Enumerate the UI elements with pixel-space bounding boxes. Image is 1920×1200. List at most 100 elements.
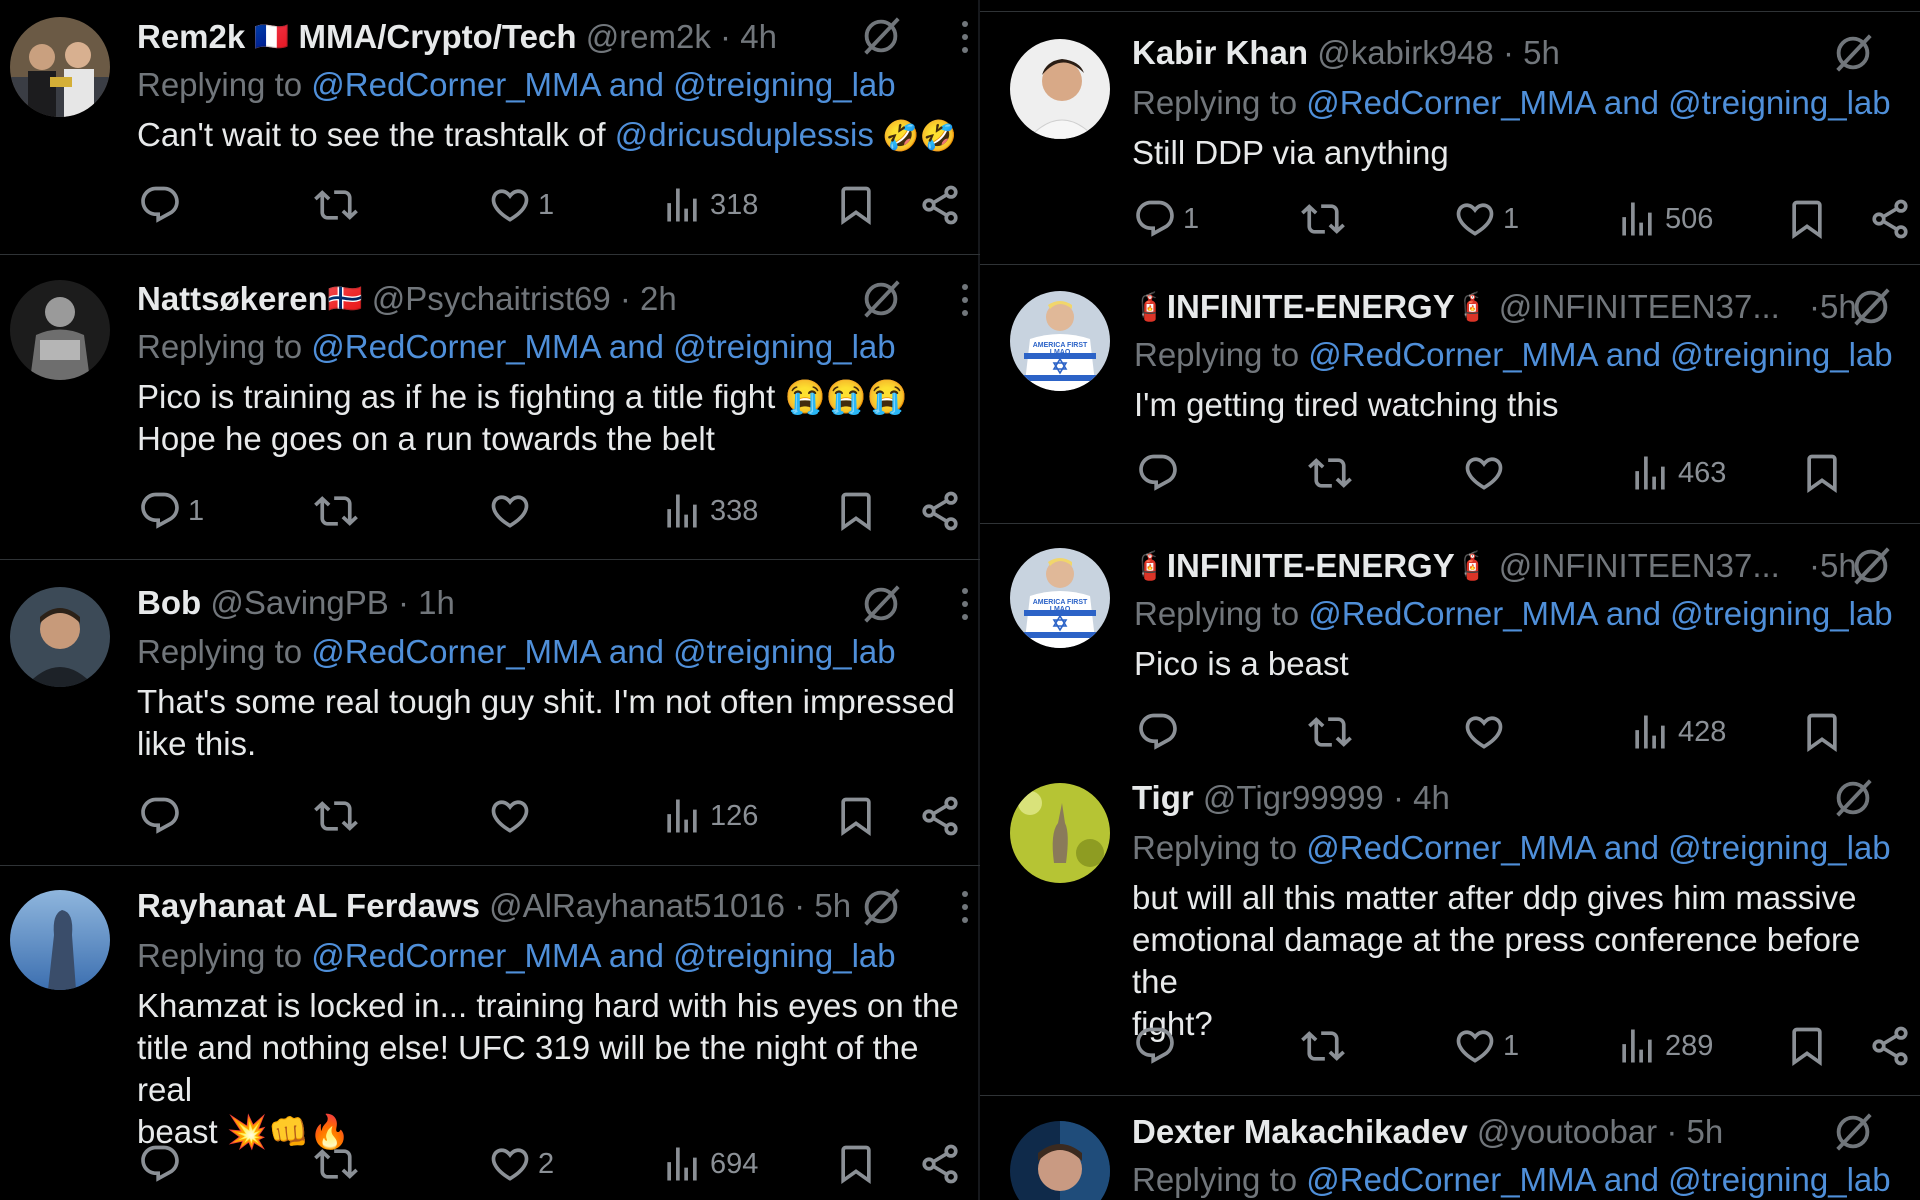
more-icon[interactable]	[961, 19, 969, 55]
author-name[interactable]: Nattsøkeren	[137, 280, 328, 317]
like-button[interactable]	[1462, 707, 1512, 757]
tweet-tigr[interactable]: Tigr @Tigr99999 · 4h Replying to @RedCor…	[980, 771, 1920, 1096]
mention-redcorner[interactable]: @RedCorner_MMA	[311, 937, 599, 974]
tweet-kabir[interactable]: Kabir Khan @kabirk948 · 5h Replying to @…	[980, 12, 1920, 265]
bookmark-button[interactable]	[1800, 707, 1844, 757]
mention-treigning[interactable]: @treigning_lab	[1670, 336, 1892, 373]
like-button[interactable]: 2	[488, 1139, 554, 1189]
grok-icon[interactable]	[1830, 1109, 1876, 1155]
retweet-button[interactable]	[314, 791, 358, 841]
author-handle[interactable]: @rem2k	[586, 18, 711, 55]
mention-treigning[interactable]: @treigning_lab	[1668, 829, 1890, 866]
author-name[interactable]: Rem2k	[137, 18, 245, 55]
grok-icon[interactable]	[858, 581, 904, 627]
views-button[interactable]: 694	[660, 1139, 758, 1189]
like-button[interactable]: 1	[488, 180, 554, 230]
like-button[interactable]: 1	[1453, 1021, 1519, 1071]
share-button[interactable]	[918, 180, 962, 230]
views-button[interactable]: 126	[660, 791, 758, 841]
avatar[interactable]	[10, 280, 110, 380]
avatar[interactable]	[10, 587, 110, 687]
mention-redcorner[interactable]: @RedCorner_MMA	[1306, 84, 1594, 121]
bookmark-button[interactable]	[834, 180, 878, 230]
like-button[interactable]	[488, 791, 538, 841]
tweet-rem2k[interactable]: Rem2k 🇫🇷 MMA/Crypto/Tech @rem2k · 4h Rep…	[0, 0, 980, 255]
mention-treigning[interactable]: @treigning_lab	[1668, 84, 1890, 121]
mention-treigning[interactable]: @treigning_lab	[1668, 1161, 1890, 1198]
tweet-infinite-energy-1[interactable]: AMERICA FIRST LMAO 🧯INFINITE-ENERGY🧯 @INF…	[980, 266, 1920, 524]
share-button[interactable]	[1868, 194, 1912, 244]
bookmark-button[interactable]	[1800, 448, 1844, 498]
retweet-button[interactable]	[314, 1139, 358, 1189]
bookmark-button[interactable]	[834, 486, 878, 536]
mention-dricus[interactable]: @dricusduplessis	[615, 116, 874, 153]
mention-redcorner[interactable]: @RedCorner_MMA	[1308, 595, 1596, 632]
views-button[interactable]: 318	[660, 180, 758, 230]
author-name[interactable]: Dexter Makachikadev	[1132, 1113, 1468, 1150]
mention-treigning[interactable]: @treigning_lab	[673, 328, 895, 365]
timestamp[interactable]: 4h	[1413, 779, 1450, 816]
share-button[interactable]	[918, 1139, 962, 1189]
timestamp[interactable]: 4h	[740, 18, 777, 55]
mention-redcorner[interactable]: @RedCorner_MMA	[1306, 829, 1594, 866]
views-button[interactable]: 463	[1628, 448, 1726, 498]
grok-icon[interactable]	[1830, 30, 1876, 76]
author-name[interactable]: Bob	[137, 584, 201, 621]
more-icon[interactable]	[961, 889, 969, 925]
reply-button[interactable]	[1133, 1021, 1183, 1071]
bookmark-button[interactable]	[834, 1139, 878, 1189]
avatar[interactable]	[1010, 783, 1110, 883]
reply-button[interactable]: 1	[1133, 194, 1199, 244]
avatar[interactable]	[1010, 39, 1110, 139]
bookmark-button[interactable]	[1785, 194, 1829, 244]
like-button[interactable]	[488, 486, 538, 536]
more-icon[interactable]	[961, 282, 969, 318]
tweet-rayhanat[interactable]: Rayhanat AL Ferdaws @AlRayhanat51016 · 5…	[0, 867, 980, 1200]
author-name[interactable]: Kabir Khan	[1132, 34, 1308, 71]
like-button[interactable]	[1462, 448, 1512, 498]
retweet-button[interactable]	[1308, 707, 1352, 757]
avatar[interactable]: AMERICA FIRST LMAO	[1010, 548, 1110, 648]
share-button[interactable]	[918, 791, 962, 841]
author-handle[interactable]: @youtoobar	[1477, 1113, 1657, 1150]
share-button[interactable]	[918, 486, 962, 536]
mention-treigning[interactable]: @treigning_lab	[673, 633, 895, 670]
mention-treigning[interactable]: @treigning_lab	[673, 66, 895, 103]
author-name[interactable]: Rayhanat AL Ferdaws	[137, 887, 480, 924]
retweet-button[interactable]	[1308, 448, 1352, 498]
author-name-suffix[interactable]: MMA/Crypto/Tech	[298, 18, 576, 55]
views-button[interactable]: 289	[1615, 1021, 1713, 1071]
reply-button[interactable]	[138, 180, 188, 230]
grok-icon[interactable]	[858, 276, 904, 322]
share-button[interactable]	[1868, 1021, 1912, 1071]
author-handle[interactable]: @AlRayhanat51016	[489, 887, 785, 924]
author-handle[interactable]: @SavingPB	[210, 584, 388, 621]
timestamp[interactable]: 5h	[1523, 34, 1560, 71]
mention-treigning[interactable]: @treigning_lab	[673, 937, 895, 974]
reply-button[interactable]	[1136, 707, 1186, 757]
mention-treigning[interactable]: @treigning_lab	[1670, 595, 1892, 632]
grok-icon[interactable]	[858, 884, 904, 930]
retweet-button[interactable]	[1301, 194, 1345, 244]
reply-button[interactable]	[138, 791, 188, 841]
grok-icon[interactable]	[858, 13, 904, 59]
reply-button[interactable]	[138, 1139, 188, 1189]
mention-redcorner[interactable]: @RedCorner_MMA	[1308, 336, 1596, 373]
views-button[interactable]: 338	[660, 486, 758, 536]
like-button[interactable]: 1	[1453, 194, 1519, 244]
avatar[interactable]	[10, 17, 110, 117]
reply-button[interactable]: 1	[138, 486, 204, 536]
bookmark-button[interactable]	[1785, 1021, 1829, 1071]
author-handle[interactable]: @INFINITEEN37...	[1499, 547, 1780, 584]
tweet-infinite-energy-2[interactable]: AMERICA FIRST LMAO 🧯INFINITE-ENERGY🧯 @INF…	[980, 525, 1920, 771]
tweet-dexter[interactable]: Dexter Makachikadev @youtoobar · 5h Repl…	[980, 1097, 1920, 1200]
timestamp[interactable]: 1h	[418, 584, 455, 621]
timestamp[interactable]: 2h	[640, 280, 677, 317]
mention-redcorner[interactable]: @RedCorner_MMA	[311, 633, 599, 670]
mention-redcorner[interactable]: @RedCorner_MMA	[311, 66, 599, 103]
more-icon[interactable]	[961, 586, 969, 622]
author-handle[interactable]: @INFINITEEN37...	[1499, 288, 1780, 325]
author-name[interactable]: INFINITE-ENERGY	[1167, 288, 1455, 325]
author-handle[interactable]: @kabirk948	[1317, 34, 1494, 71]
views-button[interactable]: 506	[1615, 194, 1713, 244]
